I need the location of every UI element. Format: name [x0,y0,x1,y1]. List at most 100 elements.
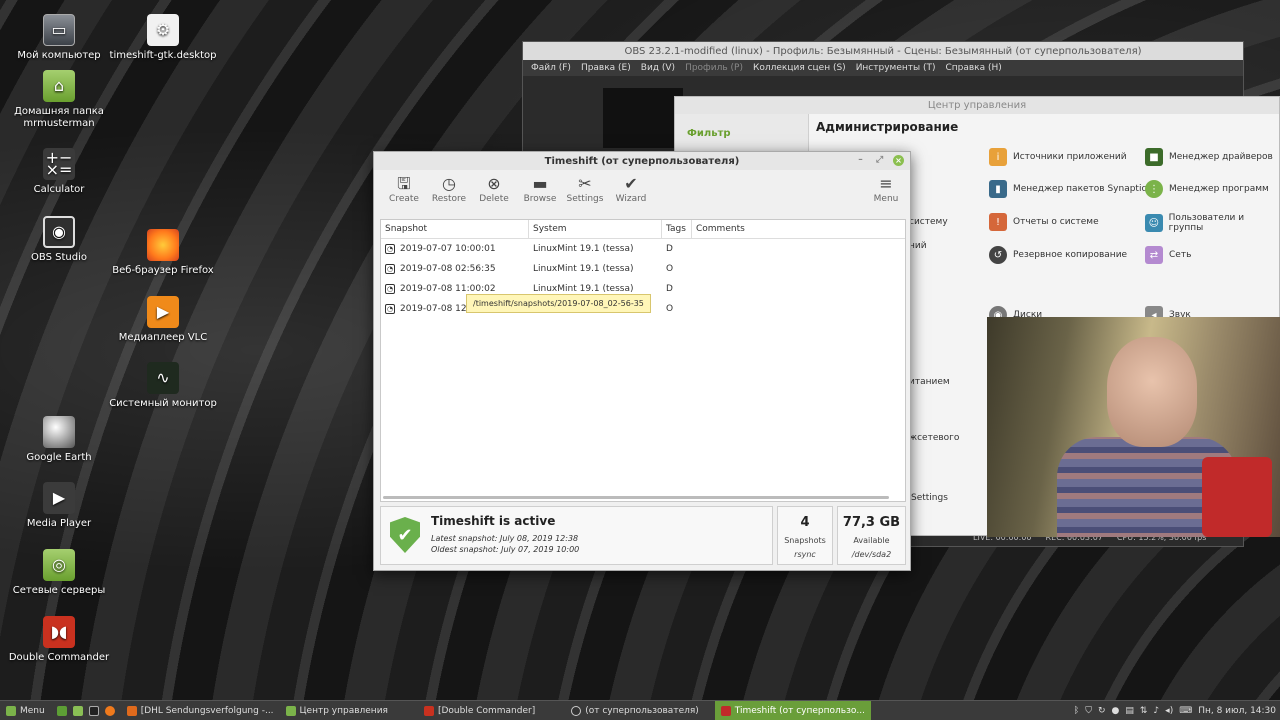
snapshot-system: LinuxMint 19.1 (tessa) [533,244,634,254]
obs-menu-view[interactable]: Вид (V) [641,63,675,73]
snapshot-date: 2019-07-08 12:3 [400,304,476,314]
create-label: Create [389,194,419,204]
desktop-icon-home[interactable]: ⌂ Домашняя папка mrmusterman [4,70,114,130]
volume-icon[interactable]: ◂) [1165,706,1173,716]
cc-item-synaptic[interactable]: ▮ Менеджер пакетов Synaptic [989,180,1146,198]
horizontal-scrollbar[interactable] [383,496,889,499]
column-header-snapshot[interactable]: Snapshot [381,220,529,238]
table-row[interactable]: ◔ 2019-07-08 02:56:35 LinuxMint 19.1 (tes… [381,259,905,279]
desktop-icon-double-commander[interactable]: ◗◖ Double Commander [4,616,114,664]
desktop-icon-timeshift-desktop[interactable]: ⚙ timeshift-gtk.desktop [108,14,218,62]
taskbar-window-obs[interactable]: (от суперпользователя) [565,701,705,720]
close-icon[interactable]: × [893,155,904,166]
update-icon[interactable]: ↻ [1098,706,1106,716]
cc-item-driver-manager[interactable]: ■ Менеджер драйверов [1145,148,1273,166]
wizard-button[interactable]: ✔ Wizard [609,174,653,204]
cc-item-users-groups[interactable]: ☺ Пользователи и группы [1145,213,1279,233]
cc-item-label: Менеджер пакетов Synaptic [1013,184,1147,194]
taskbar-window-dhl[interactable]: [DHL Sendungsverfolgung -... [121,701,280,720]
taskbar-window-control-center[interactable]: Центр управления [280,701,394,720]
control-center-heading: Администрирование [816,120,959,134]
status-panel: ✔ Timeshift is active Latest snapshot: J… [380,506,773,565]
restore-button[interactable]: ◷ Restore [427,174,471,204]
obs-menu-scene-collection[interactable]: Коллекция сцен (S) [753,63,846,73]
desktop-icon-label: Google Earth [26,452,92,463]
partial-item-2[interactable]: систему [909,217,948,227]
device-name: /dev/sda2 [851,550,892,559]
backup-icon: ↺ [989,246,1007,264]
column-header-tags[interactable]: Tags [662,220,692,238]
users-icon: ☺ [1145,214,1163,232]
obs-menu-help[interactable]: Справка (H) [945,63,1001,73]
column-header-system[interactable]: System [529,220,662,238]
taskbar-window-double-commander[interactable]: [Double Commander] [418,701,541,720]
available-space-label: Available [853,536,890,545]
menu-label: Menu [873,194,899,204]
firefox-icon[interactable] [104,705,115,716]
settings-button[interactable]: ✂ Settings [563,174,607,204]
media-player-icon: ▶ [43,482,75,514]
desktop-icon-firefox[interactable]: Веб-браузер Firefox [108,229,218,277]
obs-titlebar[interactable]: OBS 23.2.1-modified (linux) - Профиль: Б… [523,42,1243,60]
desktop-icon-vlc[interactable]: ▶ Медиаплеер VLC [108,296,218,344]
terminal-icon[interactable] [88,705,99,716]
snapshot-system: LinuxMint 19.1 (tessa) [533,264,634,274]
desktop-icon-system-monitor[interactable]: ∿ Системный монитор [108,362,218,410]
clipboard-icon[interactable]: ▤ [1125,706,1134,716]
desktop-icon-media-player[interactable]: ▶ Media Player [4,482,114,530]
partial-item-3[interactable]: итанием [909,377,950,387]
maximize-icon[interactable]: ⤢ [874,155,885,166]
files-icon[interactable] [72,705,83,716]
cc-item-system-reports[interactable]: ! Отчеты о системе [989,213,1099,231]
control-center-titlebar[interactable]: Центр управления [675,97,1279,114]
desktop-icon-network[interactable]: ◎ Сетевые серверы [4,549,114,597]
column-header-comments[interactable]: Comments [692,220,905,238]
cc-item-software-manager[interactable]: ⋮ Менеджер программ [1145,180,1269,198]
desktop-icon-label: Медиаплеер VLC [118,332,208,343]
partial-item-label: жсетевого [909,433,960,443]
show-desktop-icon[interactable] [56,705,67,716]
network-icon[interactable]: ⇅ [1140,706,1148,716]
obs-title: OBS 23.2.1-modified (linux) - Профиль: Б… [624,45,1142,57]
webcam-overlay [987,317,1280,537]
taskbar-window-timeshift[interactable]: Timeshift (от суперпользо... [714,700,871,720]
menu-button[interactable]: ≡ Menu [864,174,908,204]
keyboard-icon[interactable]: ⌨ [1179,706,1192,716]
clock[interactable]: Пн, 8 июл, 14:30 [1198,706,1276,716]
obs-menu-edit[interactable]: Правка (E) [581,63,631,73]
system-monitor-icon: ∿ [147,362,179,394]
obs-preview [603,88,683,148]
cc-item-software-sources[interactable]: i Источники приложений [989,148,1127,166]
desktop-icon-label: Домашняя папка mrmusterman [14,106,104,129]
desktop-icon-obs[interactable]: ◉ OBS Studio [4,216,114,264]
obs-menu-profile[interactable]: Профиль (P) [685,63,743,73]
microphone-icon[interactable]: ♪ [1153,706,1159,716]
partial-item-4[interactable]: жсетевого [909,433,959,443]
desktop-icon-google-earth[interactable]: Google Earth [4,416,114,464]
firefox-icon [126,705,137,716]
timeshift-titlebar[interactable]: Timeshift (от суперпользователя) – ⤢ × [374,152,910,170]
info-icon: i [989,148,1007,166]
network-folder-icon: ◎ [43,549,75,581]
create-button[interactable]: 🖫 Create [382,174,426,204]
table-row[interactable]: ◔ 2019-07-07 10:00:01 LinuxMint 19.1 (tes… [381,239,905,259]
minimize-icon[interactable]: – [855,155,866,166]
start-menu-button[interactable]: Menu [0,701,51,720]
browse-button[interactable]: ▬ Browse [518,174,562,204]
firefox-icon [147,229,179,261]
delete-label: Delete [479,194,509,204]
obs-menu-file[interactable]: Файл (F) [531,63,571,73]
cc-item-label: Источники приложений [1013,152,1127,162]
bluetooth-icon[interactable]: ᛒ [1074,706,1079,716]
delete-button[interactable]: ⊗ Delete [472,174,516,204]
shield-icon[interactable]: ⛉ [1085,706,1092,716]
desktop-icon-computer[interactable]: ▭ Мой компьютер [4,14,114,62]
desktop-icon-calculator[interactable]: +− ×= Calculator [4,148,114,196]
timeshift-window[interactable]: Timeshift (от суперпользователя) – ⤢ × 🖫… [373,151,911,571]
obs-menu-tools[interactable]: Инструменты (T) [856,63,936,73]
record-icon[interactable]: ● [1112,706,1120,716]
cc-item-backup[interactable]: ↺ Резервное копирование [989,246,1127,264]
partial-item-5[interactable]: Settings [911,493,948,503]
cc-item-network[interactable]: ⇄ Сеть [1145,246,1191,264]
webcam-person-head [1107,337,1197,447]
